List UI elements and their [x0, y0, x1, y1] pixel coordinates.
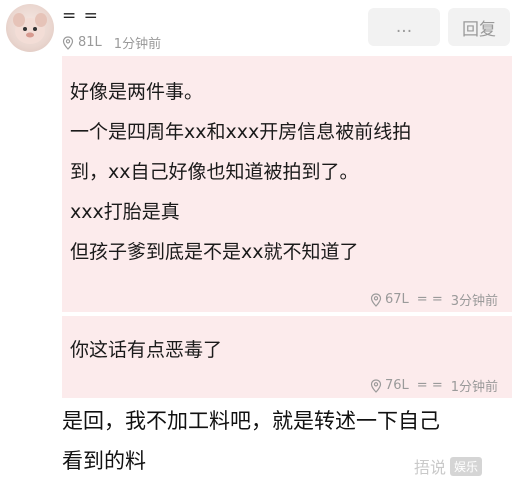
quote-line: xxx打胎是真	[70, 201, 180, 223]
avatar[interactable]	[6, 4, 54, 52]
reply-text-line: 是回，我不加工料吧，就是转述一下自己	[62, 409, 440, 433]
quote-meta: 67L = = 3分钟前	[370, 290, 498, 309]
post-meta: 81L 1分钟前	[62, 33, 161, 52]
more-button[interactable]: ...	[368, 8, 440, 46]
floor-number: 76L	[385, 378, 409, 393]
reply-text-line: 看到的料	[62, 449, 146, 473]
watermark-text: 捂说	[414, 458, 447, 477]
watermark-badge: 娱乐	[450, 456, 483, 476]
location-pin-icon	[62, 35, 74, 50]
quote-username[interactable]: = =	[417, 292, 443, 307]
watermark: 捂说 娱乐	[414, 454, 483, 478]
quote-time: 3分钟前	[450, 294, 498, 309]
quote-line: 但孩子爹到底是不是xx就不知道了	[70, 241, 359, 263]
floor-number: 67L	[385, 292, 409, 307]
location-pin-icon	[370, 292, 382, 307]
quote-line: 你这话有点恶毒了	[70, 339, 223, 361]
quote-line: 好像是两件事。	[70, 81, 204, 103]
reply-button[interactable]: 回复	[448, 8, 510, 46]
quote-line: 到，xx自己好像也知道被拍到了。	[70, 161, 359, 183]
post-time: 1分钟前	[113, 37, 162, 52]
quote-meta: 76L = = 1分钟前	[370, 376, 498, 395]
floor-number: 81L	[78, 35, 102, 50]
location-pin-icon	[370, 378, 382, 393]
quote-line: 一个是四周年xx和xxx开房信息被前线拍	[70, 121, 412, 143]
username[interactable]: = =	[62, 6, 99, 26]
quote-time: 1分钟前	[450, 380, 498, 395]
quote-username[interactable]: = =	[417, 378, 443, 393]
